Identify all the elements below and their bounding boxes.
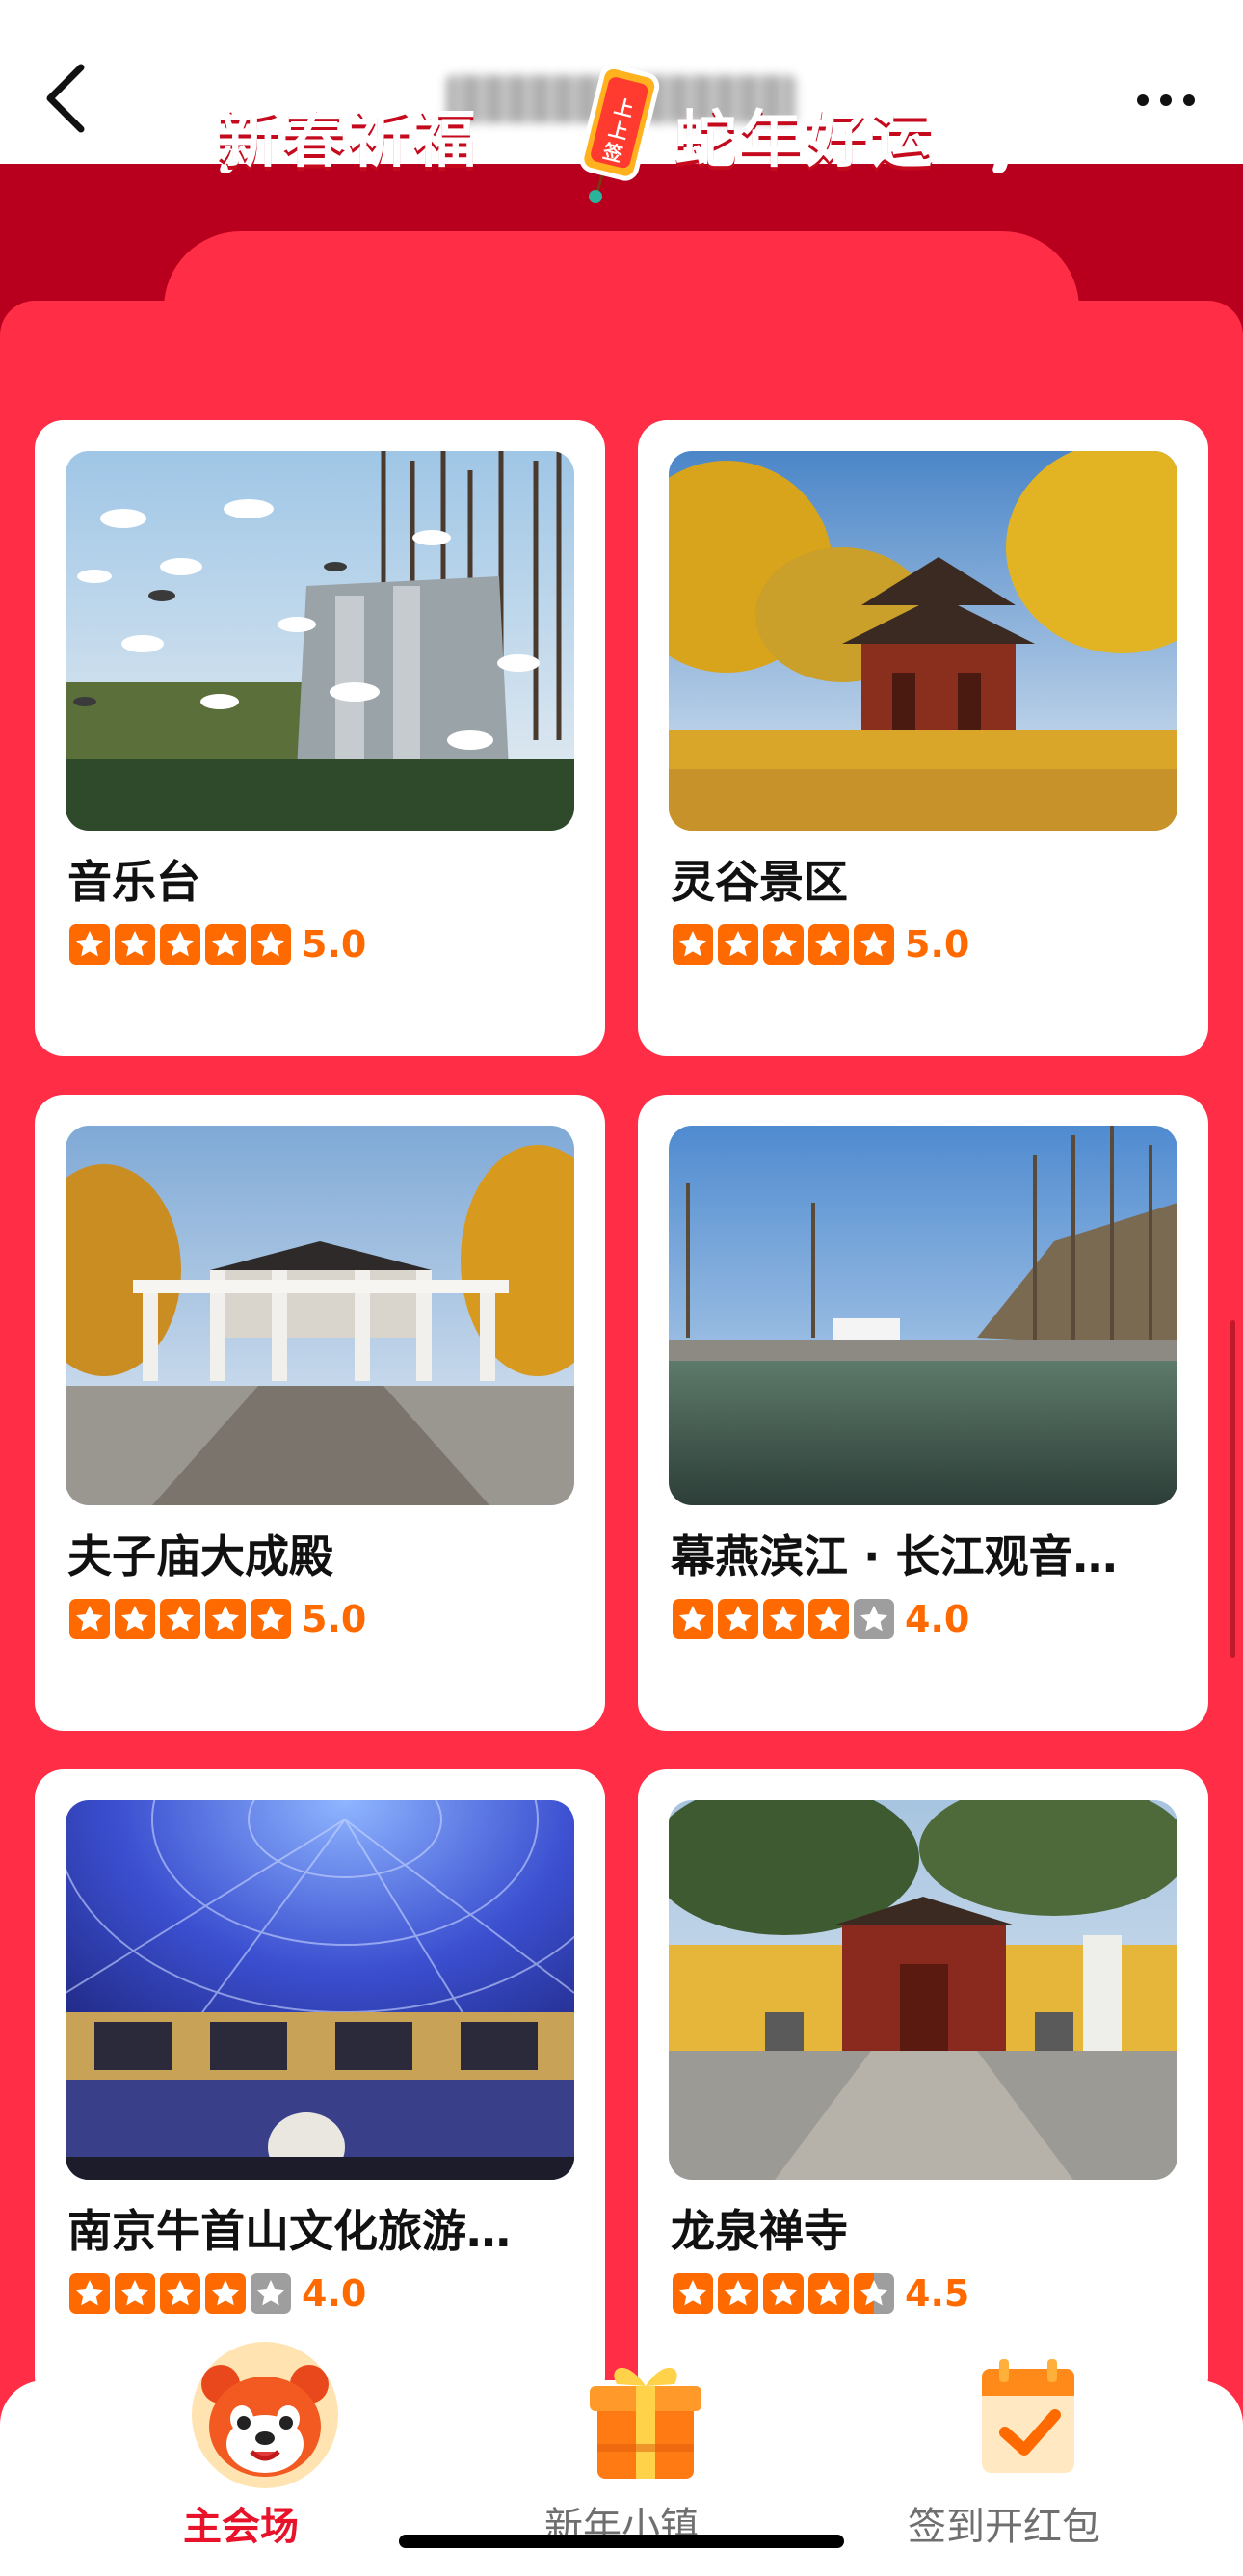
tab-label: 签到开红包 — [908, 2505, 1100, 2549]
attraction-card[interactable]: 音乐台 5.0 — [35, 420, 605, 1056]
rating-value: 5.0 — [905, 923, 970, 966]
star-full-icon — [673, 2273, 713, 2314]
star-empty-icon — [854, 1599, 894, 1639]
attraction-photo — [66, 451, 574, 831]
attraction-photo — [66, 1126, 574, 1505]
star-rating: 4.0 — [69, 2271, 366, 2317]
star-full-icon — [69, 1599, 110, 1639]
attraction-name: 灵谷景区 — [671, 856, 848, 908]
star-full-icon — [205, 2273, 246, 2314]
attraction-card[interactable]: 南京牛首山文化旅游… 4.0 — [35, 1769, 605, 2405]
star-rating: 4.0 — [673, 1596, 969, 1642]
star-full-icon — [718, 924, 758, 965]
star-full-icon — [160, 924, 200, 965]
attraction-card[interactable]: 龙泉禅寺 4.5 — [638, 1769, 1208, 2405]
attraction-name: 夫子庙大成殿 — [67, 1530, 333, 1582]
star-full-icon — [205, 1599, 246, 1639]
star-full-icon — [718, 1599, 758, 1639]
attraction-card[interactable]: 灵谷景区 5.0 — [638, 420, 1208, 1056]
star-full-icon — [115, 924, 155, 965]
star-full-icon — [763, 924, 804, 965]
attraction-grid: 音乐台 5.0 灵谷景区 5.0 夫子庙大成殿 5.0 幕燕滨江 · 长江观音…… — [0, 0, 1243, 2576]
star-full-icon — [115, 1599, 155, 1639]
rating-value: 4.0 — [302, 2272, 367, 2315]
star-full-icon — [808, 1599, 849, 1639]
rating-value: 5.0 — [302, 1598, 367, 1640]
attraction-photo — [669, 451, 1177, 831]
star-rating: 4.5 — [673, 2271, 969, 2317]
star-rating: 5.0 — [69, 921, 366, 968]
attraction-name: 南京牛首山文化旅游… — [67, 2205, 511, 2257]
attraction-photo — [669, 1800, 1177, 2180]
attraction-name: 幕燕滨江 · 长江观音… — [671, 1530, 1118, 1582]
star-empty-icon — [251, 2273, 291, 2314]
gift-box-icon — [569, 2338, 723, 2492]
star-full-icon — [808, 2273, 849, 2314]
attraction-photo — [669, 1126, 1177, 1505]
star-full-icon — [205, 924, 246, 965]
star-full-icon — [69, 924, 110, 965]
calendar-check-icon — [951, 2338, 1105, 2492]
attraction-name: 音乐台 — [67, 856, 200, 908]
panda-mascot-icon — [188, 2338, 342, 2492]
rating-value: 5.0 — [302, 923, 367, 966]
star-full-icon — [160, 2273, 200, 2314]
star-half-icon — [854, 2273, 894, 2314]
star-full-icon — [808, 924, 849, 965]
star-full-icon — [718, 2273, 758, 2314]
attraction-card[interactable]: 幕燕滨江 · 长江观音… 4.0 — [638, 1095, 1208, 1731]
attraction-photo — [66, 1800, 574, 2180]
star-rating: 5.0 — [69, 1596, 366, 1642]
attraction-card[interactable]: 夫子庙大成殿 5.0 — [35, 1095, 605, 1731]
star-full-icon — [160, 1599, 200, 1639]
star-full-icon — [763, 2273, 804, 2314]
star-full-icon — [673, 924, 713, 965]
star-full-icon — [115, 2273, 155, 2314]
rating-value: 4.5 — [905, 2272, 970, 2315]
star-full-icon — [251, 924, 291, 965]
star-full-icon — [251, 1599, 291, 1639]
star-full-icon — [854, 924, 894, 965]
rating-value: 4.0 — [905, 1598, 970, 1640]
scrollbar[interactable] — [1230, 1320, 1235, 1658]
home-indicator — [399, 2535, 844, 2548]
tab-check-in-red-packet[interactable]: 签到开红包 — [860, 2338, 1149, 2560]
tab-new-year-town[interactable]: 新年小镇 — [477, 2338, 766, 2560]
star-full-icon — [69, 2273, 110, 2314]
tab-main-venue[interactable]: 主会场 — [96, 2338, 385, 2560]
star-rating: 5.0 — [673, 921, 969, 968]
star-full-icon — [763, 1599, 804, 1639]
tab-label: 主会场 — [183, 2505, 299, 2549]
attraction-name: 龙泉禅寺 — [671, 2205, 848, 2257]
star-full-icon — [673, 1599, 713, 1639]
